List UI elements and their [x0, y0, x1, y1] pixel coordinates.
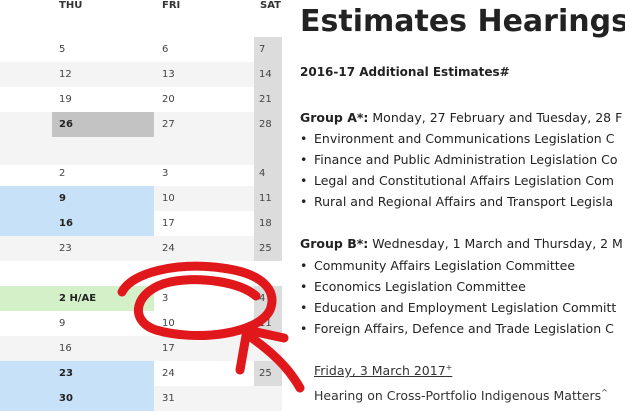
day-cell[interactable]: 16 — [52, 336, 154, 361]
day-cell[interactable]: 9 — [52, 311, 154, 336]
day-cell[interactable]: 5 — [52, 37, 154, 62]
day-cell[interactable]: 10 — [155, 311, 253, 336]
list-item[interactable]: Environment and Communications Legislati… — [300, 128, 617, 149]
day-cell[interactable]: 24 — [155, 361, 253, 386]
day-cell[interactable]: 24 — [155, 236, 253, 261]
section-heading: 2016-17 Additional Estimates# — [300, 65, 510, 79]
day-cell[interactable]: 12 — [52, 62, 154, 87]
day-cell-highlighted[interactable]: 9 — [52, 186, 154, 211]
calendar-row: 2 H/AE 3 4 — [0, 286, 282, 311]
friday-hearing-date[interactable]: Friday, 3 March 2017+ — [314, 363, 452, 378]
day-cell[interactable]: 13 — [155, 62, 253, 87]
header-thu: THU — [59, 0, 83, 11]
day-cell[interactable]: 28 — [254, 112, 282, 137]
calendar-row: 23 24 25 — [0, 361, 282, 386]
day-cell[interactable]: 14 — [254, 62, 282, 87]
week-band — [0, 186, 52, 211]
week-band — [0, 386, 52, 411]
group-b-list: Community Affairs Legislation Committee … — [300, 255, 616, 339]
group-a-dates: Monday, 27 February and Tuesday, 28 F — [368, 110, 623, 125]
day-cell[interactable]: 4 — [254, 286, 282, 311]
calendar-panel: THU FRI SAT 5 6 7 12 13 14 19 20 21 26 2… — [0, 0, 282, 415]
group-a-label: Group A*: — [300, 110, 369, 125]
day-cell-highlighted[interactable]: 26 — [52, 112, 154, 137]
day-cell[interactable]: 18 — [254, 211, 282, 236]
hearing-text: Hearing on Cross-Portfolio Indigenous Ma… — [314, 388, 602, 404]
day-cell[interactable]: 17 — [155, 336, 253, 361]
calendar-row: 16 17 — [0, 336, 282, 361]
calendar-row: 26 27 28 — [0, 112, 282, 137]
day-cell[interactable]: 2 — [52, 161, 154, 186]
calendar-row: 19 20 21 — [0, 87, 282, 112]
list-item[interactable]: Community Affairs Legislation Committee — [300, 255, 616, 276]
day-cell[interactable]: 19 — [52, 87, 154, 112]
day-cell-highlighted[interactable]: 30 — [52, 386, 154, 411]
group-b-dates: Wednesday, 1 March and Thursday, 2 M — [368, 236, 623, 251]
hearing-description: Hearing on Cross-Portfolio Indigenous Ma… — [314, 388, 608, 403]
day-cell[interactable]: 3 — [155, 161, 253, 186]
day-cell-highlighted[interactable]: 23 — [52, 361, 154, 386]
day-cell[interactable]: 11 — [254, 311, 282, 336]
list-item[interactable]: Finance and Public Administration Legisl… — [300, 149, 617, 170]
friday-date-text: Friday, 3 March 2017 — [314, 363, 446, 379]
week-band — [0, 211, 52, 236]
calendar-row: 23 24 25 — [0, 236, 282, 261]
group-b-heading: Group B*: Wednesday, 1 March and Thursda… — [300, 236, 623, 251]
list-item[interactable]: Foreign Affairs, Defence and Trade Legis… — [300, 318, 616, 339]
calendar-row: 16 17 18 — [0, 211, 282, 236]
day-cell[interactable]: 25 — [254, 236, 282, 261]
header-sat: SAT — [260, 0, 281, 11]
day-cell[interactable]: 23 — [52, 236, 154, 261]
calendar-row: 30 31 — [0, 386, 282, 411]
day-cell[interactable]: 3 — [155, 286, 253, 311]
day-cell[interactable]: 27 — [155, 112, 253, 137]
list-item[interactable]: Economics Legislation Committee — [300, 276, 616, 297]
day-cell[interactable]: 4 — [254, 161, 282, 186]
day-cell[interactable]: 11 — [254, 186, 282, 211]
estimates-document: Estimates Hearings 2016-17 Additional Es… — [282, 0, 625, 415]
day-cell[interactable]: 31 — [155, 386, 253, 411]
list-item[interactable]: Legal and Constitutional Affairs Legisla… — [300, 170, 617, 191]
page-title: Estimates Hearings — [300, 4, 625, 39]
group-a-heading: Group A*: Monday, 27 February and Tuesda… — [300, 110, 622, 125]
group-b-label: Group B*: — [300, 236, 369, 251]
day-cell[interactable]: 20 — [155, 87, 253, 112]
calendar-row: 12 13 14 — [0, 62, 282, 87]
day-cell-highlighted[interactable]: 16 — [52, 211, 154, 236]
day-cell[interactable]: 7 — [254, 37, 282, 62]
calendar-row: 9 10 11 — [0, 311, 282, 336]
list-item[interactable]: Rural and Regional Affairs and Transport… — [300, 191, 617, 212]
week-band — [0, 286, 52, 311]
month-spacer — [0, 261, 282, 289]
day-cell[interactable]: 6 — [155, 37, 253, 62]
day-cell-highlighted[interactable]: 2 H/AE — [52, 286, 154, 311]
calendar-row: 2 3 4 — [0, 161, 282, 186]
footnote-mark: + — [445, 363, 453, 372]
header-fri: FRI — [162, 0, 181, 11]
day-cell[interactable]: 21 — [254, 87, 282, 112]
footnote-mark: ^ — [601, 388, 608, 397]
day-cell[interactable]: 17 — [155, 211, 253, 236]
day-cell[interactable]: 25 — [254, 361, 282, 386]
calendar-row: 5 6 7 — [0, 37, 282, 62]
list-item[interactable]: Education and Employment Legislation Com… — [300, 297, 616, 318]
group-a-list: Environment and Communications Legislati… — [300, 128, 617, 212]
calendar-row: 9 10 11 — [0, 186, 282, 211]
week-band — [0, 361, 52, 386]
day-cell[interactable]: 10 — [155, 186, 253, 211]
